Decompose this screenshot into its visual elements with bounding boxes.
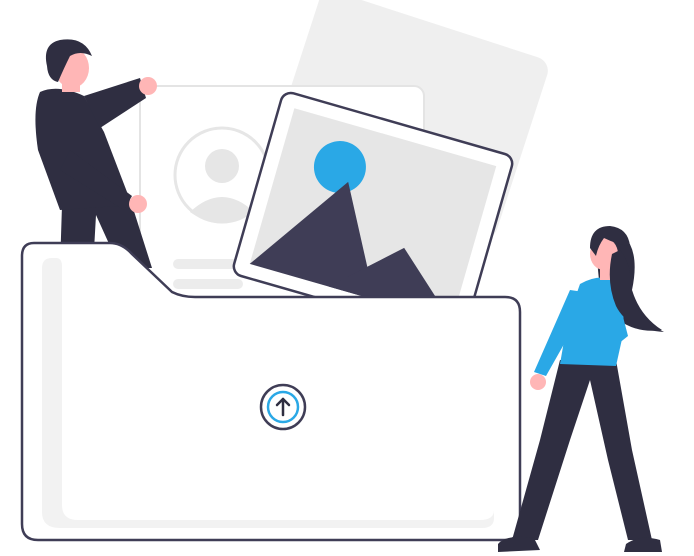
upload-files-illustration [20, 0, 664, 552]
profile-detail-line [173, 279, 243, 289]
upload-button[interactable] [259, 383, 307, 431]
man-figure [35, 39, 157, 268]
illustration-stage [0, 0, 694, 556]
woman-figure [498, 226, 664, 552]
